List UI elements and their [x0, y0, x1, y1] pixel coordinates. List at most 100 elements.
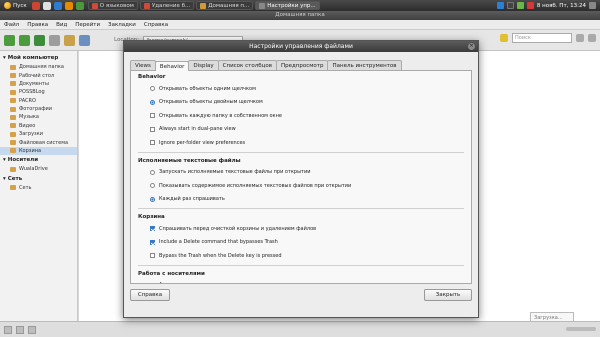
- power-icon[interactable]: [589, 2, 596, 9]
- search-input[interactable]: Поиск: [512, 33, 572, 43]
- menu-item[interactable]: Справка: [144, 22, 168, 28]
- tab-предпросмотр[interactable]: Предпросмотр: [275, 60, 329, 70]
- sidebar-item-label: Домашняя папка: [19, 64, 64, 71]
- menu-item[interactable]: Перейти: [75, 22, 100, 28]
- folder-icon: [10, 106, 16, 112]
- edit-location-icon[interactable]: [500, 34, 508, 42]
- checkbox-option[interactable]: Always start in dual-pane view: [131, 123, 471, 137]
- checkbox[interactable]: [150, 113, 155, 119]
- checkbox-option[interactable]: Bypass the Trash when the Delete key is …: [131, 249, 471, 263]
- checkbox-option[interactable]: Ignore per-folder view preferences: [131, 136, 471, 150]
- task-app-icon: [143, 2, 150, 9]
- launcher-browser-icon[interactable]: [32, 1, 41, 10]
- checkbox-option[interactable]: Include a Delete command that bypasses T…: [131, 236, 471, 250]
- sidebar-item[interactable]: Рабочий стол: [0, 71, 77, 79]
- folder-icon: [10, 166, 16, 172]
- sidebar-item[interactable]: Загрузки: [0, 130, 77, 138]
- show-terminal-button[interactable]: [28, 325, 36, 334]
- computer-icon[interactable]: [79, 34, 90, 46]
- checkbox-option[interactable]: Открывать каждую папку в собственном окн…: [131, 109, 471, 123]
- sidebar-item-label: Загрузки: [19, 131, 43, 138]
- close-icon[interactable]: ✕: [468, 43, 475, 50]
- system-tray: 8 нояб. Пт, 13:24: [496, 2, 600, 9]
- up-arrow-icon[interactable]: [34, 34, 45, 46]
- sidebar-item[interactable]: Сеть: [0, 184, 77, 192]
- sidebar-item[interactable]: PACRO: [0, 97, 77, 105]
- checkbox[interactable]: [150, 126, 155, 132]
- task-app-icon: [91, 2, 98, 9]
- radio-option[interactable]: Запускать исполняемые текстовые файлы пр…: [131, 166, 471, 180]
- reload-icon[interactable]: [49, 34, 60, 46]
- network-icon[interactable]: [496, 2, 504, 9]
- taskbar-task[interactable]: Удаление б...: [139, 1, 195, 10]
- sidebar-section-header[interactable]: ▾ Сеть: [0, 174, 77, 184]
- checkbox[interactable]: [150, 239, 155, 245]
- sidebar-item[interactable]: Музыка: [0, 113, 77, 121]
- section-title: Исполняемые текстовые файлы: [138, 157, 241, 164]
- sidebar-item[interactable]: Видео: [0, 122, 77, 130]
- sidebar-item[interactable]: WualaDrive: [0, 165, 77, 173]
- checkbox[interactable]: [150, 226, 155, 232]
- radio-button[interactable]: [150, 196, 155, 202]
- radio-button[interactable]: [150, 86, 155, 92]
- sidebar-section-title: Мой компьютер: [7, 55, 59, 61]
- checkbox[interactable]: [150, 140, 155, 146]
- battery-icon[interactable]: [516, 2, 524, 9]
- sidebar-item[interactable]: Фотографии: [0, 105, 77, 113]
- show-tree-button[interactable]: [16, 325, 24, 334]
- help-button[interactable]: Справка: [130, 289, 170, 301]
- taskbar-task[interactable]: Домашняя п...: [196, 1, 254, 10]
- taskbar-task[interactable]: Настройки упр...: [255, 1, 320, 10]
- launcher-mail-icon[interactable]: [54, 1, 63, 10]
- antivirus-icon[interactable]: [526, 2, 534, 9]
- launcher-files-icon[interactable]: [76, 1, 85, 10]
- sidebar-item[interactable]: Корзина: [0, 146, 77, 156]
- sidebar-item[interactable]: Файловая система: [0, 138, 77, 146]
- launcher-chrome-icon[interactable]: [43, 1, 52, 10]
- back-arrow-icon[interactable]: [4, 34, 15, 46]
- taskbar-task[interactable]: О языковом: [87, 1, 138, 10]
- tab-display[interactable]: Display: [188, 60, 219, 70]
- sidebar-item-label: Видео: [19, 122, 36, 129]
- zoom-slider[interactable]: [566, 327, 596, 331]
- tab-behavior[interactable]: Behavior: [154, 61, 190, 71]
- radio-button[interactable]: [150, 99, 155, 105]
- menu-item[interactable]: Файл: [4, 22, 19, 28]
- sidebar-item-label: Документы: [19, 80, 49, 87]
- radio-button[interactable]: [150, 183, 155, 189]
- sidebar-item-label: WualaDrive: [19, 166, 48, 173]
- view-grid-icon[interactable]: [588, 34, 596, 42]
- tab-панель-инструментов[interactable]: Панель инструментов: [327, 60, 402, 70]
- tab-список-столбцов[interactable]: Список столбцов: [217, 60, 277, 70]
- radio-option[interactable]: Открывать объекты двойным щелчком: [131, 96, 471, 110]
- radio-option[interactable]: Открывать объекты одним щелчком: [131, 82, 471, 96]
- forward-arrow-icon[interactable]: [19, 34, 30, 46]
- radio-option[interactable]: Показывать содержимое исполняемых тексто…: [131, 179, 471, 193]
- menu-item[interactable]: Закладки: [108, 22, 136, 28]
- sidebar-section-header[interactable]: ▾ Мой компьютер: [0, 53, 77, 63]
- home-icon[interactable]: [64, 34, 75, 46]
- menu-item[interactable]: Правка: [27, 22, 48, 28]
- launcher-vlc-icon[interactable]: [65, 1, 74, 10]
- option-label: Открывать объекты одним щелчком: [159, 85, 256, 92]
- radio-button[interactable]: [150, 169, 155, 175]
- sidebar-item[interactable]: Документы: [0, 80, 77, 88]
- sidebar-section-header[interactable]: ▾ Носители: [0, 155, 77, 165]
- option-label: Запускать исполняемые текстовые файлы пр…: [159, 169, 311, 176]
- checkbox-option[interactable]: Спрашивать перед очисткой корзины и удал…: [131, 222, 471, 236]
- behavior-panel: Behavior Открывать объекты одним щелчком О…: [130, 70, 472, 284]
- sidebar-item[interactable]: Домашняя папка: [0, 63, 77, 71]
- checkbox[interactable]: [150, 253, 155, 259]
- folder-icon: [10, 73, 16, 79]
- clock[interactable]: 8 нояб. Пт, 13:24: [537, 3, 586, 9]
- menu-item[interactable]: Вид: [56, 22, 67, 28]
- show-sidebar-button[interactable]: [4, 325, 12, 334]
- close-button[interactable]: Закрыть: [424, 289, 472, 301]
- tab-views[interactable]: Views: [130, 60, 156, 70]
- view-list-icon[interactable]: [576, 34, 584, 42]
- speaker-icon[interactable]: [506, 2, 514, 9]
- radio-option[interactable]: Каждый раз спрашивать: [131, 193, 471, 207]
- sidebar-item-label: Корзина: [19, 147, 42, 154]
- start-menu-button[interactable]: Пуск: [0, 0, 31, 11]
- sidebar-item[interactable]: POSSBLog: [0, 88, 77, 96]
